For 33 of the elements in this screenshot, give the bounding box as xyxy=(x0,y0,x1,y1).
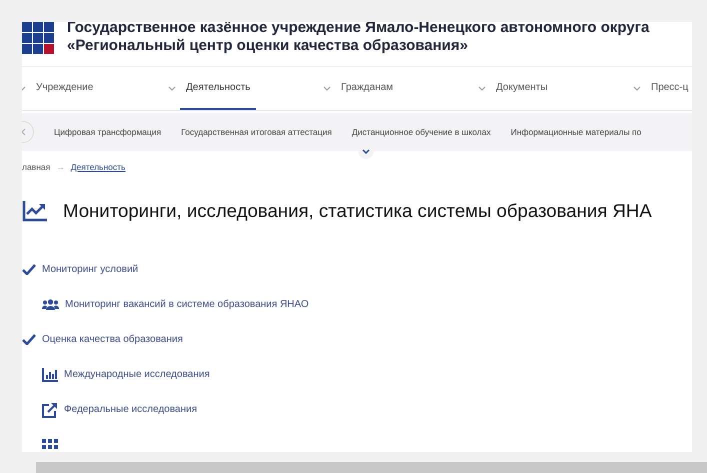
breadcrumb-item[interactable]: лавная xyxy=(22,162,50,172)
chevron-left-icon xyxy=(22,128,26,136)
subnav-link[interactable]: Государственная итоговая аттестация xyxy=(181,127,332,137)
nav-tab[interactable]: Учреждение xyxy=(30,67,100,110)
menu-link[interactable]: Федеральные исследования xyxy=(64,404,198,415)
trend-chart-icon xyxy=(22,200,48,222)
menu-link[interactable]: Мониторинг условий xyxy=(42,264,138,275)
grid-icon xyxy=(42,438,58,450)
arrow-separator: → xyxy=(56,162,65,172)
nav-tab[interactable]: Пресс-ц xyxy=(645,67,692,110)
organization-name: «Региональный центр оценки качества образования» xyxy=(67,37,469,55)
subnav-link[interactable]: Дистанционное обучение в школах xyxy=(352,127,491,137)
menu-link[interactable]: Международные исследования xyxy=(64,369,210,380)
check-icon xyxy=(22,334,36,345)
nav-tab[interactable]: Деятельность xyxy=(180,67,256,110)
chevron-icon xyxy=(323,86,331,91)
nav-tab[interactable]: Гражданам xyxy=(335,67,400,110)
menu-link[interactable]: Мониторинг вакансий в системе образования ЯНАО xyxy=(65,299,309,310)
breadcrumb-link[interactable]: Деятельность xyxy=(70,162,126,172)
page-heading: Мониторинги, исследования, статистика системы образования ЯНА xyxy=(63,200,652,222)
nav-tab[interactable]: Документы xyxy=(490,67,554,110)
external-link-icon xyxy=(42,402,58,418)
subnav-link[interactable]: Информационные материалы по xyxy=(510,127,642,137)
chevron-icon xyxy=(633,86,641,91)
logo-icon xyxy=(22,22,54,54)
chevron-icon xyxy=(478,86,486,91)
chevron-down-icon xyxy=(362,148,370,154)
chevron-icon xyxy=(168,86,176,91)
subnav-link[interactable]: Цифровая трансформация xyxy=(54,127,162,137)
check-icon xyxy=(22,264,36,275)
people-icon xyxy=(42,299,59,310)
menu-link[interactable]: Оценка качества образования xyxy=(42,334,183,345)
bar-chart-icon xyxy=(42,368,58,382)
